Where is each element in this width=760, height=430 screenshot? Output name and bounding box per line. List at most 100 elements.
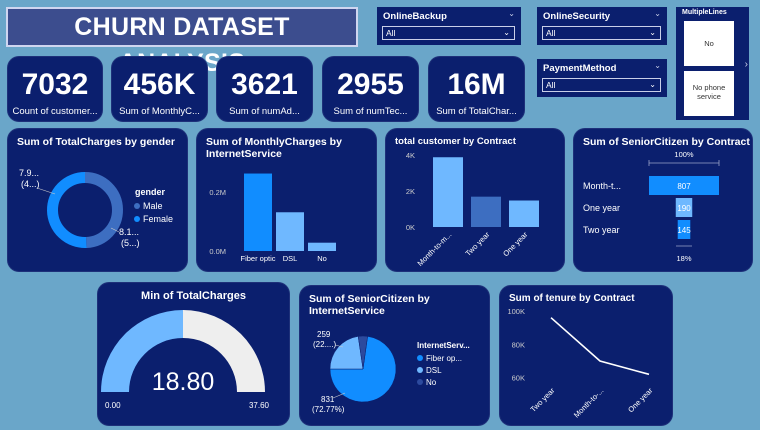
y-category-label: Month-t... <box>583 181 621 191</box>
data-label: 259 <box>317 330 331 339</box>
y-tick-label: 0.2M <box>209 188 226 197</box>
kpi-label: Count of customer... <box>12 106 98 117</box>
bottom-percent-label: 18% <box>676 254 691 263</box>
legend-marker <box>417 379 423 385</box>
chart-senior-contract: Sum of SeniorCitizen by Contract 100% 807… <box>573 128 753 272</box>
slicer-online-backup[interactable]: OnlineBackup ⌄ All ⌄ <box>377 7 521 45</box>
gauge-chart: 18.80 0.00 37.60 <box>101 310 270 410</box>
top-percent-label: 100% <box>674 150 694 159</box>
kpi-value: 456K <box>123 68 196 101</box>
dropdown-arrow-icon: ⌄ <box>503 28 510 37</box>
slicer-online-backup-label: OnlineBackup <box>383 11 447 22</box>
kpi-label: Sum of MonthlyC... <box>119 106 200 117</box>
legend-marker <box>417 367 423 373</box>
kpi-card-customers: 7032 Count of customer... <box>7 56 103 122</box>
donut-slice-female <box>47 172 87 248</box>
x-tick-label: DSL <box>283 254 298 263</box>
gauge-min-label: 0.00 <box>105 401 121 410</box>
x-tick-label: Two year <box>529 386 557 414</box>
y-tick-label: 2K <box>406 187 415 196</box>
bar-2 <box>509 200 539 227</box>
online-security-dropdown[interactable]: All ⌄ <box>542 26 661 40</box>
slicer-payment-method[interactable]: PaymentMethod ⌄ All ⌄ <box>537 59 667 97</box>
legend-entry: No <box>426 378 437 387</box>
funnel-chart: 100% 807 Month-t... 190 One year 145 Two year 1… <box>583 150 720 263</box>
data-label: (72.77%) <box>312 405 345 414</box>
slicer-multiple-lines[interactable]: MultipleLines No No phone service › <box>676 7 749 120</box>
donut-slice-male <box>84 172 123 248</box>
data-label: 190 <box>677 204 691 213</box>
y-tick-label: 0K <box>406 223 415 232</box>
tenure-line <box>550 317 650 376</box>
legend-entry: Male <box>143 201 163 211</box>
bar-0 <box>433 157 463 227</box>
chart-totalcharges-gender: Sum of TotalCharges by gender 7.9... (4..… <box>7 128 188 272</box>
kpi-card-total-charges: 16M Sum of TotalChar... <box>428 56 525 122</box>
y-tick-label: 4K <box>406 151 415 160</box>
data-label: 145 <box>677 226 691 235</box>
kpi-card-num-admin: 3621 Sum of numAd... <box>216 56 313 122</box>
x-tick-label: Month-to-... <box>572 386 605 419</box>
kpi-card-num-tech: 2955 Sum of numTec... <box>322 56 419 122</box>
bar-chart: 0.2M 0.0M Fiber optic DSL No <box>209 173 336 263</box>
bar-chart: 4K 2K 0KMonth-to-m... Two year One year <box>406 151 539 268</box>
online-backup-dropdown[interactable]: All ⌄ <box>382 26 515 40</box>
kpi-label: Sum of numAd... <box>229 106 300 117</box>
data-label: (5...) <box>121 238 140 248</box>
y-category-label: Two year <box>583 225 620 235</box>
data-label: 8.1... <box>119 227 139 237</box>
line-chart: 100K 80K 60K Two year Month-to-... One year <box>507 307 655 420</box>
dropdown-arrow-icon: ⌄ <box>649 80 656 89</box>
x-tick-label: One year <box>501 230 530 259</box>
payment-method-value: All <box>546 80 556 90</box>
pie-chart: 259(22....) 831(72.77%) InternetServ... Fib… <box>312 330 470 414</box>
gauge-value-label: 18.80 <box>152 368 215 396</box>
bar-1 <box>471 196 501 227</box>
x-tick-label: Fiber optic <box>240 254 275 263</box>
x-tick-label: Month-to-m... <box>416 230 454 268</box>
y-tick-label: 60K <box>512 374 525 383</box>
x-tick-label: Two year <box>464 230 492 258</box>
data-label: 831 <box>321 395 335 404</box>
legend-entry: DSL <box>426 366 442 375</box>
kpi-value: 2955 <box>337 68 404 101</box>
data-label: (4...) <box>21 179 40 189</box>
y-tick-label: 100K <box>507 307 525 316</box>
chart-monthly-internet: Sum of MonthlyCharges by InternetService… <box>196 128 377 272</box>
x-tick-label: One year <box>626 386 655 415</box>
chevron-right-icon[interactable]: › <box>745 59 748 70</box>
donut-chart: 7.9...(4...) 8.1...(5...) gender Male Female <box>19 168 173 248</box>
data-label: 807 <box>677 182 691 191</box>
legend-marker <box>134 203 140 209</box>
payment-method-dropdown[interactable]: All ⌄ <box>542 78 661 92</box>
bar-1 <box>276 212 304 251</box>
kpi-label: Sum of TotalChar... <box>436 106 517 117</box>
data-label: (22....) <box>313 340 336 349</box>
y-tick-label: 0.0M <box>209 247 226 256</box>
multiple-lines-option-no[interactable]: No <box>684 21 734 66</box>
legend-title: InternetServ... <box>417 341 470 350</box>
legend-marker <box>417 355 423 361</box>
bar-0 <box>244 173 272 251</box>
chart-min-totalcharges: Min of TotalCharges 18.80 0.00 37.60 <box>97 282 290 426</box>
slicer-payment-method-label: PaymentMethod <box>543 63 617 74</box>
chevron-down-icon[interactable]: ⌄ <box>654 9 661 18</box>
online-backup-value: All <box>386 28 396 38</box>
multiple-lines-option-no-phone[interactable]: No phone service <box>684 71 734 116</box>
chart-customer-contract: total customer by Contract 4K 2K 0K Month-t… <box>385 128 565 272</box>
chevron-down-icon[interactable]: ⌄ <box>508 9 515 18</box>
option-label: No <box>704 39 714 48</box>
online-security-value: All <box>546 28 556 38</box>
y-category-label: One year <box>583 203 620 213</box>
dropdown-arrow-icon: ⌄ <box>649 28 656 37</box>
legend-entry: Fiber op... <box>426 354 462 363</box>
gauge-max-label: 37.60 <box>249 401 270 410</box>
slicer-online-security[interactable]: OnlineSecurity ⌄ All ⌄ <box>537 7 667 45</box>
kpi-value: 16M <box>447 68 506 101</box>
y-tick-label: 80K <box>512 340 525 349</box>
kpi-card-monthly-charges: 456K Sum of MonthlyC... <box>111 56 208 122</box>
legend-title: gender <box>135 187 166 197</box>
slicer-multiple-lines-label: MultipleLines <box>682 9 727 16</box>
option-label: No phone service <box>692 83 726 101</box>
chevron-down-icon[interactable]: ⌄ <box>654 61 661 70</box>
